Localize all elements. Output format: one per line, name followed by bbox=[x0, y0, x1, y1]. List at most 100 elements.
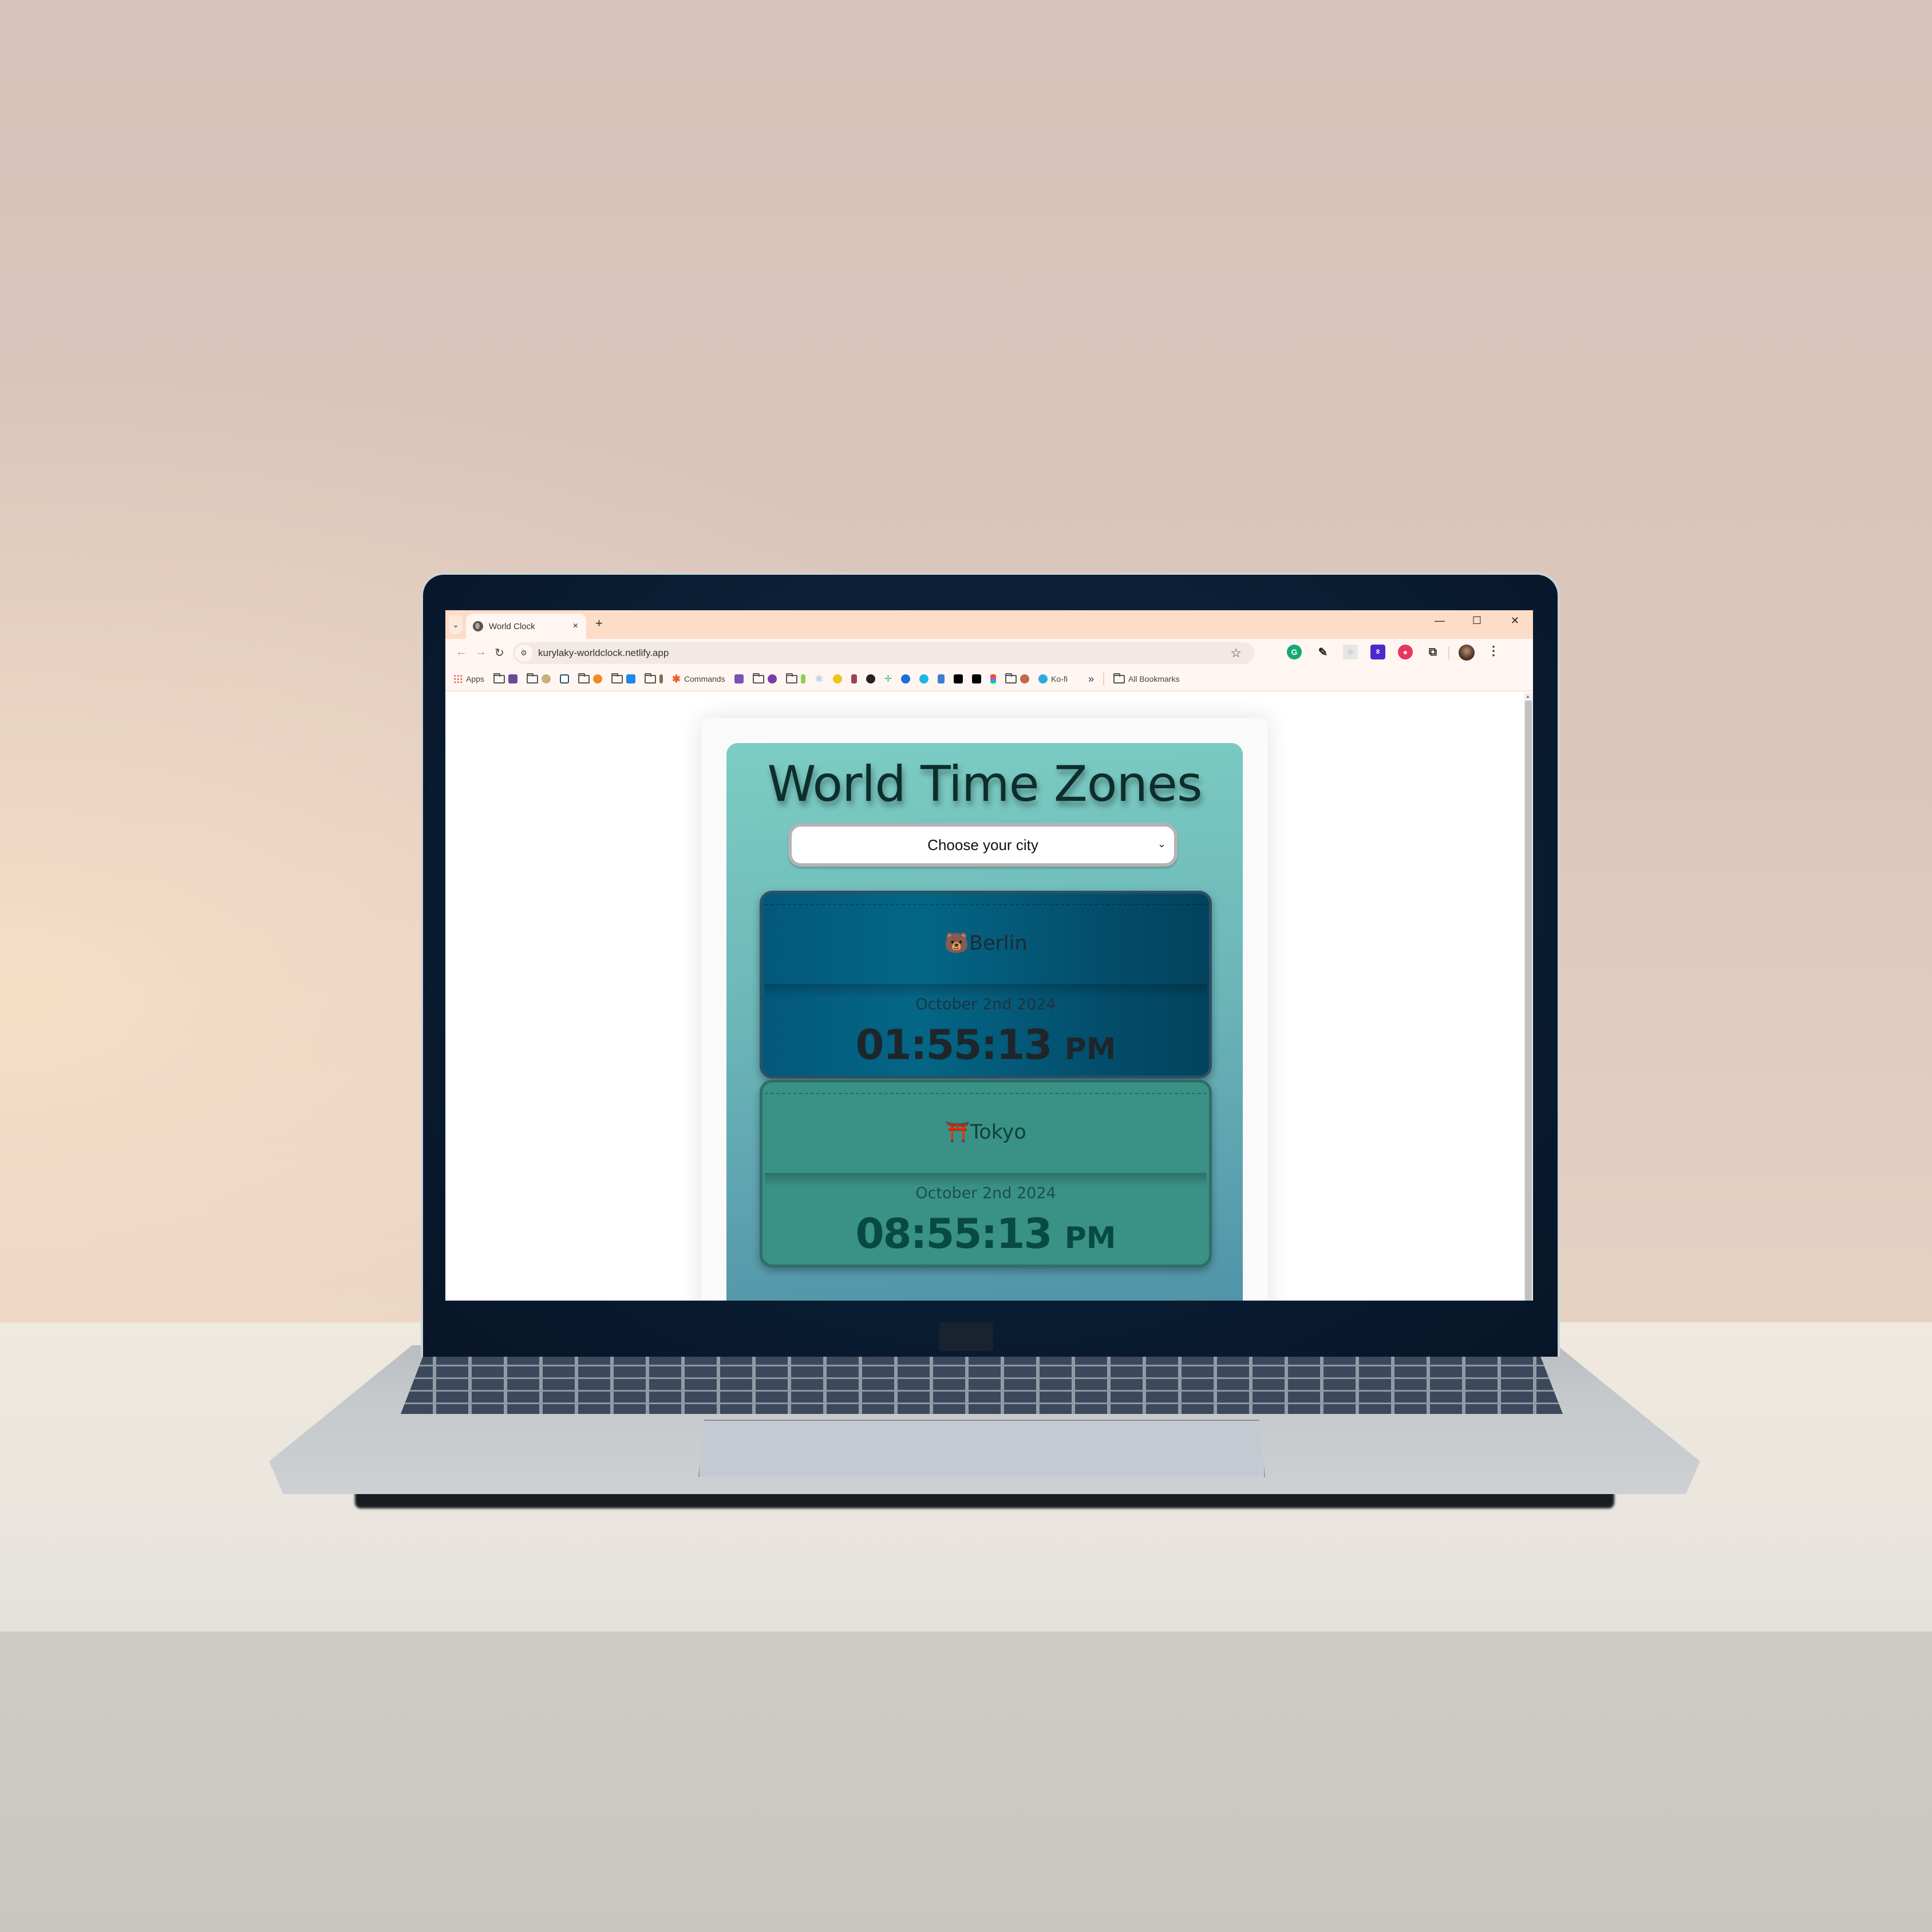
bookmark-c[interactable] bbox=[901, 674, 911, 683]
bookmark-folder-8[interactable] bbox=[1005, 673, 1030, 683]
forward-button[interactable]: → bbox=[475, 646, 487, 659]
scrollbar-thumb[interactable] bbox=[1525, 701, 1532, 1301]
code-c-icon bbox=[559, 674, 569, 683]
layers-extension-icon[interactable]: 8 bbox=[1370, 645, 1385, 659]
back-button[interactable]: ← bbox=[456, 646, 467, 659]
bookmark-search[interactable] bbox=[919, 674, 929, 683]
scroll-up-arrow-icon[interactable]: ▲ bbox=[1526, 694, 1530, 699]
page-title: World Time Zones bbox=[767, 756, 1202, 813]
bootstrap-icon bbox=[734, 674, 744, 683]
bookmark-folder-7[interactable] bbox=[785, 673, 805, 683]
bookmarks-bar: Apps ✱ Commands ⚛ ✛ Ko-fi » All Bookmark… bbox=[445, 667, 1533, 692]
time-value: 08:55:13 bbox=[855, 1210, 1052, 1258]
netlify-icon: ✛ bbox=[884, 674, 892, 684]
bookmark-label: All Bookmarks bbox=[1128, 674, 1180, 683]
more-bookmarks-button[interactable]: » bbox=[1088, 673, 1094, 685]
city-select[interactable]: Choose your city ⌄ bbox=[788, 823, 1178, 867]
folder-icon bbox=[752, 673, 764, 683]
bookmark-label: Apps bbox=[466, 674, 484, 683]
bookmark-netlify[interactable]: ✛ bbox=[884, 673, 892, 685]
profile-avatar[interactable] bbox=[1459, 645, 1475, 661]
bookmark-github[interactable] bbox=[866, 674, 875, 683]
city-name: ⛩️Tokyo bbox=[762, 1120, 1209, 1144]
bookmark-folder-5[interactable] bbox=[644, 673, 663, 683]
torii-gate-icon: ⛩️ bbox=[945, 1121, 970, 1144]
laptop-hinge-notch bbox=[939, 1322, 993, 1351]
bookmark-dev[interactable] bbox=[954, 674, 963, 683]
minimize-button[interactable]: — bbox=[1435, 615, 1445, 627]
bookmark-figma[interactable] bbox=[990, 674, 997, 683]
desk-front bbox=[0, 1631, 1932, 1932]
folder-icon bbox=[785, 673, 797, 683]
bookmark-bootstrap[interactable] bbox=[734, 674, 744, 683]
dev-icon bbox=[954, 674, 963, 683]
browser-menu-icon[interactable]: ⋮ bbox=[1487, 643, 1500, 658]
bookmark-folder-6[interactable] bbox=[752, 673, 777, 683]
city-label: Berlin bbox=[969, 932, 1028, 955]
react-devtools-extension-icon[interactable]: ⚛ bbox=[1343, 645, 1358, 659]
close-window-button[interactable]: ✕ bbox=[1511, 615, 1519, 627]
color-picker-extension-icon[interactable]: ✎ bbox=[1315, 645, 1330, 659]
tab-close-button[interactable]: × bbox=[573, 621, 578, 631]
address-bar[interactable]: ⚙ kurylaky-worldclock.netlify.app ☆ bbox=[513, 642, 1254, 664]
apps-grid-icon bbox=[453, 674, 463, 683]
tab-world-clock[interactable]: World Clock × bbox=[466, 614, 586, 639]
reload-button[interactable]: ↻ bbox=[495, 646, 504, 660]
new-tab-button[interactable]: + bbox=[595, 616, 603, 631]
card-dashed-line bbox=[765, 1093, 1207, 1094]
react-icon: ⚛ bbox=[814, 673, 824, 685]
bookmark-code[interactable] bbox=[559, 674, 569, 683]
toolbar-divider bbox=[1448, 647, 1449, 659]
page-viewport: World Time Zones Choose your city ⌄ 🐻Ber… bbox=[445, 693, 1522, 1301]
bookmark-apps[interactable]: Apps bbox=[453, 674, 484, 683]
bookmark-star-icon[interactable]: ☆ bbox=[1230, 646, 1242, 661]
page-scrollbar[interactable]: ▲ bbox=[1524, 693, 1533, 1301]
bookmark-folder-4[interactable] bbox=[611, 673, 635, 683]
extensions-puzzle-icon[interactable]: ⧉ bbox=[1425, 645, 1440, 659]
folder-icon bbox=[526, 673, 538, 683]
chevron-down-icon: ⌄ bbox=[452, 619, 459, 629]
time-ampm: PM bbox=[1064, 1221, 1116, 1255]
folder-icon bbox=[644, 673, 656, 683]
jest-icon bbox=[851, 674, 857, 683]
c-circle-icon bbox=[901, 674, 911, 683]
city-name: 🐻Berlin bbox=[762, 931, 1209, 955]
laptop-keyboard-rows bbox=[401, 1354, 1563, 1414]
maximize-button[interactable]: ☐ bbox=[1472, 615, 1481, 627]
bookmark-react[interactable]: ⚛ bbox=[815, 673, 824, 685]
gem-icon bbox=[767, 674, 777, 683]
person-icon bbox=[1020, 674, 1030, 683]
strawberry-extension-icon[interactable]: ● bbox=[1398, 645, 1413, 659]
bookmark-commands[interactable]: ✱ Commands bbox=[672, 673, 725, 685]
timezone-card-tokyo: ⛩️Tokyo October 2nd 2024 08:55:13 PM bbox=[760, 1080, 1212, 1267]
bear-icon: 🐻 bbox=[944, 932, 969, 955]
all-bookmarks-button[interactable]: All Bookmarks bbox=[1113, 673, 1180, 683]
folder-icon bbox=[1113, 673, 1125, 683]
bookmark-medium[interactable] bbox=[972, 674, 982, 683]
bookmark-flag[interactable] bbox=[938, 674, 945, 683]
bookmark-folder-1[interactable] bbox=[493, 673, 517, 683]
bookmark-js[interactable] bbox=[832, 674, 842, 683]
bookmarks-divider bbox=[1103, 673, 1104, 685]
search-circle-icon bbox=[919, 674, 929, 683]
bookmark-jest[interactable] bbox=[851, 674, 857, 683]
site-info-icon[interactable]: ⚙ bbox=[515, 645, 532, 662]
laptop-screen: ⌄ World Clock × + — ☐ ✕ ← → ↻ ⚙ kurylaky… bbox=[445, 610, 1533, 1301]
bookmark-folder-2[interactable] bbox=[526, 673, 551, 683]
folder-icon bbox=[578, 673, 590, 683]
timezone-card-berlin: 🐻Berlin October 2nd 2024 01:55:13 PM bbox=[760, 891, 1212, 1078]
bookmark-folder-3[interactable] bbox=[578, 673, 602, 683]
tab-search-button[interactable]: ⌄ bbox=[449, 615, 463, 634]
flask-icon bbox=[800, 674, 805, 683]
world-clock-card: World Time Zones Choose your city ⌄ 🐻Ber… bbox=[726, 743, 1243, 1301]
fox-icon bbox=[592, 674, 602, 683]
city-time: 01:55:13 PM bbox=[762, 1021, 1209, 1069]
chevron-down-icon: ⌄ bbox=[1157, 838, 1166, 850]
bookmark-kofi[interactable]: Ko-fi bbox=[1038, 674, 1068, 683]
city-date: October 2nd 2024 bbox=[915, 995, 1056, 1013]
city-label: Tokyo bbox=[970, 1121, 1026, 1144]
folder-icon bbox=[493, 673, 505, 683]
grammarly-extension-icon[interactable]: G bbox=[1287, 645, 1302, 659]
url-text[interactable]: kurylaky-worldclock.netlify.app bbox=[538, 647, 669, 659]
time-ampm: PM bbox=[1064, 1032, 1116, 1066]
